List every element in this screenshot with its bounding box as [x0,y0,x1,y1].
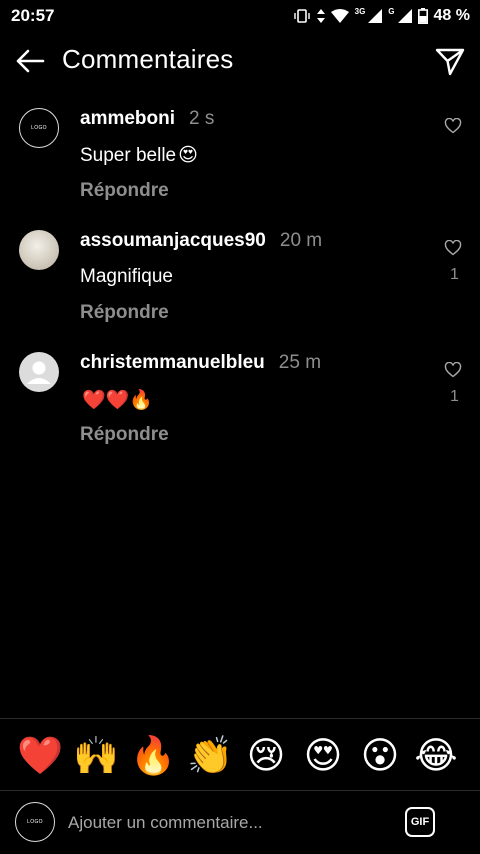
quick-reaction-bar: ❤️ 🙌 🔥 👏 😢 😍 😮 😂 [0,718,480,790]
reaction-heart-button[interactable]: ❤️ [17,733,63,779]
signal-icon-2 [397,9,412,23]
comment-input[interactable] [68,809,388,837]
reaction-crying-button[interactable]: 😢 [243,733,289,779]
comment-username[interactable]: assoumanjacques90 [80,230,266,251]
comment-username-line: christemmanuelbleu 25 m [80,352,321,374]
comment-text-content: Super belle [80,144,177,166]
comment-item: assoumanjacques90 20 m Magnifique Répondr… [0,230,480,340]
reaction-raised-hands-button[interactable]: 🙌 [73,733,119,779]
data-transfer-icon [316,9,325,23]
gif-button[interactable]: GIF [405,807,435,837]
comment-text: Super belle 😍 [80,144,198,167]
reply-button[interactable]: Répondre [80,180,169,202]
page-title: Commentaires [62,44,234,74]
status-time: 20:57 [11,6,55,25]
like-count: 1 [450,266,459,283]
avatar[interactable] [19,230,59,270]
comment-item: LOGO ammeboni 2 s Super belle 😍 Répondre [0,108,480,218]
reaction-tears-of-joy-button[interactable]: 😂 [413,733,459,779]
battery-percent: 48 % [433,7,470,24]
comment-username-line: assoumanjacques90 20 m [80,230,322,252]
brand-logo-text: LOGO [31,125,47,131]
reply-button[interactable]: Répondre [80,424,169,446]
status-bar: 20:57 3G G 48 % [0,0,480,32]
comment-text: Magnifique [80,266,175,288]
share-button[interactable] [434,45,466,77]
network-type-label: 3G [354,6,366,16]
current-user-avatar: LOGO [15,802,55,842]
reaction-clap-button[interactable]: 👏 [187,733,233,779]
like-button[interactable] [444,361,462,378]
reaction-heart-eyes-button[interactable]: 😍 [300,733,346,779]
battery-icon [417,8,428,24]
comment-composer: LOGO GIF [0,790,480,854]
heart-icon [444,117,462,134]
default-avatar-icon [27,361,51,384]
like-count: 1 [450,388,459,405]
reply-button[interactable]: Répondre [80,302,169,324]
avatar[interactable]: LOGO [19,108,59,148]
vibrate-icon [293,9,310,23]
comment-text-content: Magnifique [80,266,173,287]
like-button[interactable] [444,117,462,134]
send-icon [435,48,465,76]
comment-item: christemmanuelbleu 25 m ❤️❤️🔥 Répondre 1 [0,352,480,462]
like-button[interactable] [444,239,462,256]
brand-logo-text: LOGO [27,819,43,825]
comment-emoji: 😍 [178,145,198,166]
signal-icon [368,9,383,23]
comment-time: 25 m [278,352,322,373]
status-icons: 3G G 48 % [293,7,470,25]
wifi-icon [330,9,349,23]
header: Commentaires [0,38,480,84]
reaction-surprised-button[interactable]: 😮 [357,733,403,779]
comment-emoji: ❤️❤️🔥 [82,390,153,411]
heart-icon [444,361,462,378]
network-type-label-2: G [388,6,395,16]
heart-icon [444,239,462,256]
avatar[interactable] [19,352,59,392]
arrow-left-icon [16,49,45,73]
comment-text: ❤️❤️🔥 [80,388,153,412]
comment-time: 2 s [189,108,215,129]
reaction-fire-button[interactable]: 🔥 [130,733,176,779]
comment-username[interactable]: ammeboni [80,108,175,129]
back-button[interactable] [14,46,46,76]
comment-time: 20 m [279,230,323,251]
comment-username[interactable]: christemmanuelbleu [80,352,265,373]
comment-username-line: ammeboni 2 s [80,108,214,130]
